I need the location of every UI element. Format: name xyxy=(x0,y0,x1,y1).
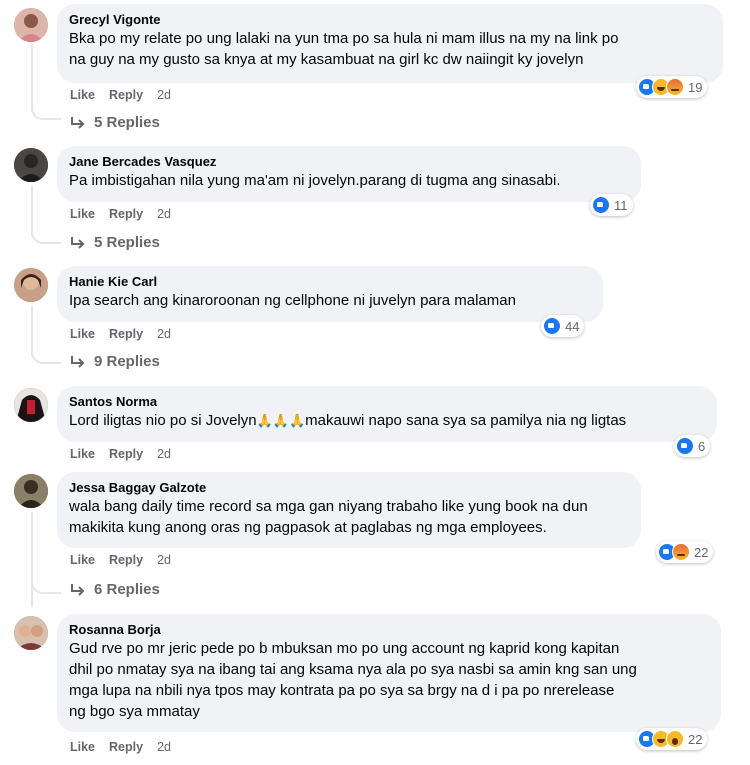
avatar[interactable] xyxy=(14,616,48,650)
angry-reaction-icon xyxy=(672,543,690,561)
like-reaction-icon xyxy=(592,196,610,214)
like-button[interactable]: Like xyxy=(70,88,95,102)
avatar[interactable] xyxy=(14,148,48,182)
reaction-summary[interactable]: 44 xyxy=(541,315,585,337)
comment-text-line: na guy na my gusto sa knya at my kasambu… xyxy=(69,51,584,68)
comment-timestamp[interactable]: 2d xyxy=(157,207,171,221)
thread-line xyxy=(31,512,33,607)
like-button[interactable]: Like xyxy=(70,207,95,221)
comment-text-line: Gud rve po mr jeric pede po b mbuksan mo… xyxy=(69,640,620,657)
comment-text-prefix: Lord iligtas nio po si Jovelyn xyxy=(69,412,257,429)
reaction-count: 11 xyxy=(614,197,628,213)
comment-bubble: Rosanna Borja Gud rve po mr jeric pede p… xyxy=(57,614,721,732)
comment-text-line: Ipa search ang kinaroroonan ng cellphone… xyxy=(69,292,516,309)
comment-text-line: dhil po nmatay sya na ibang tai ang ksam… xyxy=(69,661,637,678)
replies-count: 6 Replies xyxy=(94,581,160,598)
reaction-summary[interactable]: 22 xyxy=(636,728,708,750)
comment-author[interactable]: Santos Norma xyxy=(69,393,705,410)
comment-timestamp[interactable]: 2d xyxy=(157,553,171,567)
comment-actions: Like Reply 2d xyxy=(70,553,171,567)
angry-reaction-icon xyxy=(666,78,684,96)
like-button[interactable]: Like xyxy=(70,327,95,341)
reply-button[interactable]: Reply xyxy=(109,740,143,754)
like-reaction-icon xyxy=(543,317,561,335)
comment-actions: Like Reply 2d xyxy=(70,740,171,754)
like-button[interactable]: Like xyxy=(70,740,95,754)
reply-button[interactable]: Reply xyxy=(109,88,143,102)
thread-connector xyxy=(31,228,61,244)
reply-arrow-icon xyxy=(71,236,85,249)
thread-line xyxy=(31,44,33,112)
comment-text-line: Lord iligtas nio po si Jovelyn🙏🙏🙏makauwi… xyxy=(69,410,705,431)
wow-reaction-icon xyxy=(666,730,684,748)
comment-timestamp[interactable]: 2d xyxy=(157,740,171,754)
reaction-count: 19 xyxy=(688,79,703,95)
reply-button[interactable]: Reply xyxy=(109,207,143,221)
pray-emoji: 🙏🙏🙏 xyxy=(256,413,306,428)
comment-actions: Like Reply 2d xyxy=(70,447,171,461)
replies-count: 5 Replies xyxy=(94,114,160,131)
avatar[interactable] xyxy=(14,268,48,302)
reaction-summary[interactable]: 19 xyxy=(636,76,708,98)
comment-bubble: Jane Bercades Vasquez Pa imbistigahan ni… xyxy=(57,146,641,202)
comment-author[interactable]: Jessa Baggay Galzote xyxy=(69,479,629,496)
comment-text-line: makikita kung anong oras ng pagpasok at … xyxy=(69,519,547,536)
reaction-summary[interactable]: 11 xyxy=(590,194,633,216)
comment-text-line: Bka po my relate po ung lalaki na yun tm… xyxy=(69,30,619,47)
reaction-count: 6 xyxy=(698,438,706,454)
view-replies-button[interactable]: 6 Replies xyxy=(70,581,160,598)
reply-button[interactable]: Reply xyxy=(109,447,143,461)
reaction-count: 22 xyxy=(688,731,703,747)
comment-timestamp[interactable]: 2d xyxy=(157,88,171,102)
comment-author[interactable]: Hanie Kie Carl xyxy=(69,273,591,290)
comment-bubble: Santos Norma Lord iligtas nio po si Jove… xyxy=(57,386,717,442)
reply-arrow-icon xyxy=(71,116,85,129)
avatar[interactable] xyxy=(14,474,48,508)
like-button[interactable]: Like xyxy=(70,447,95,461)
replies-count: 5 Replies xyxy=(94,234,160,251)
view-replies-button[interactable]: 9 Replies xyxy=(70,353,160,370)
like-button[interactable]: Like xyxy=(70,553,95,567)
reply-button[interactable]: Reply xyxy=(109,327,143,341)
reaction-summary[interactable]: 22 xyxy=(656,541,714,563)
reply-arrow-icon xyxy=(71,355,85,368)
comment-actions: Like Reply 2d xyxy=(70,207,171,221)
comment-author[interactable]: Jane Bercades Vasquez xyxy=(69,153,629,170)
avatar[interactable] xyxy=(14,8,48,42)
avatar[interactable] xyxy=(14,388,48,422)
view-replies-button[interactable]: 5 Replies xyxy=(70,234,160,251)
comment-text-line: wala bang daily time record sa mga gan n… xyxy=(69,498,588,515)
comment-actions: Like Reply 2d xyxy=(70,327,171,341)
comment-bubble: Jessa Baggay Galzote wala bang daily tim… xyxy=(57,472,641,548)
thread-connector xyxy=(31,348,61,364)
reaction-count: 22 xyxy=(694,544,709,560)
view-replies-button[interactable]: 5 Replies xyxy=(70,114,160,131)
reaction-count: 44 xyxy=(565,318,580,334)
comment-actions: Like Reply 2d xyxy=(70,88,171,102)
comment-text-line: mga lupa na nbili nya tpos may kontrata … xyxy=(69,682,615,699)
replies-count: 9 Replies xyxy=(94,353,160,370)
thread-connector xyxy=(31,104,61,120)
thread-connector xyxy=(31,578,61,594)
comment-text-line: Pa imbistigahan nila yung ma'am ni jovel… xyxy=(69,172,561,189)
comment-bubble: Hanie Kie Carl Ipa search ang kinaroroon… xyxy=(57,266,603,322)
reaction-summary[interactable]: 6 xyxy=(674,435,711,457)
comment-timestamp[interactable]: 2d xyxy=(157,327,171,341)
comment-author[interactable]: Grecyl Vigonte xyxy=(69,11,711,28)
comment-text-line: ng bgo sya mmatay xyxy=(69,703,200,720)
comment-bubble: Grecyl Vigonte Bka po my relate po ung l… xyxy=(57,4,723,83)
comment-text-suffix: makauwi napo sana sya sa pamilya nia ng … xyxy=(305,412,627,429)
reply-button[interactable]: Reply xyxy=(109,553,143,567)
like-reaction-icon xyxy=(676,437,694,455)
comment-timestamp[interactable]: 2d xyxy=(157,447,171,461)
reply-arrow-icon xyxy=(71,583,85,596)
comment-author[interactable]: Rosanna Borja xyxy=(69,621,709,638)
